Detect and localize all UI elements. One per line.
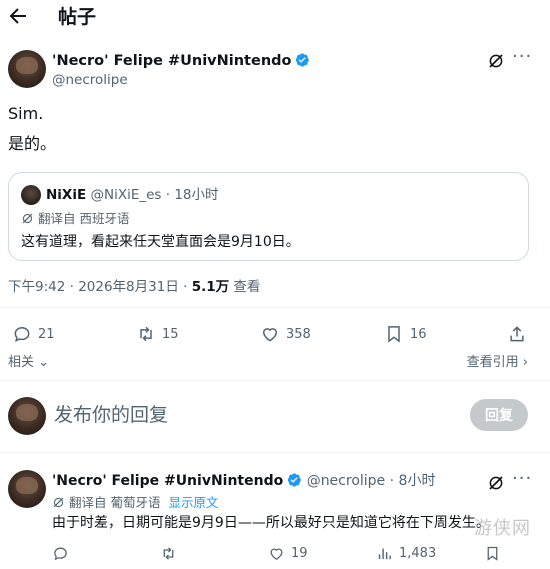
quoted-post-card[interactable]: NiXiE @NiXiE_es · 18小时 翻译自 西班牙语 这有道理，看起来… [8,172,529,261]
more-options-icon[interactable]: ··· [512,470,532,488]
share-action[interactable] [507,324,527,344]
reply-count: 21 [38,326,55,342]
view-quotes-link[interactable]: 查看引用 › [467,355,528,371]
post-action-bar: 21 15 358 16 [0,324,550,346]
chevron-down-icon: ⌄ [38,355,50,370]
post-text-line1: Sim. [8,104,44,123]
divider [0,380,550,381]
reply-author-handle[interactable]: @necrolipe [307,473,385,489]
like-count: 19 [291,546,308,561]
analytics-icon [378,548,391,560]
reply-icon [54,547,67,561]
like-action[interactable]: 19 [268,545,308,562]
reply-post-text: 由于时差，日期可能是9月9日——所以最好只是知道它将在下周发生。 [52,515,490,531]
like-count: 358 [286,326,311,342]
author-handle[interactable]: @necrolipe [52,71,128,89]
bookmark-icon [388,326,400,343]
translate-icon [22,213,33,224]
author-avatar[interactable] [8,50,46,88]
views-action[interactable]: 1,483 [376,545,436,562]
reply-action[interactable] [52,545,75,562]
quoted-post-text: 这有道理，看起来任天堂直面会是9月10日。 [21,234,300,250]
watermark-logo: 游侠网 [474,518,531,539]
divider [0,307,550,308]
separator-dot: · [385,473,399,489]
reply-action-bar: 19 1,483 [0,545,550,565]
reply-submit-button[interactable]: 回复 [470,399,528,431]
quoted-author-name: NiXiE [46,187,87,203]
bookmark-action[interactable]: 16 [384,324,427,344]
reply-action[interactable]: 21 [12,324,55,344]
grok-icon[interactable] [487,474,505,496]
verified-badge-icon [296,53,310,67]
show-original-link[interactable]: 显示原文 [168,495,218,510]
heart-icon [262,328,278,342]
related-label: 相关 [8,355,35,370]
divider [0,452,550,453]
quoted-author-avatar [21,185,41,205]
separator-dot: · [161,187,175,203]
author-name-text[interactable]: 'Necro' Felipe #UnivNintendo [52,53,291,69]
like-action[interactable]: 358 [260,324,311,344]
views-count: 5.1万 [191,279,230,295]
quoted-post-header: NiXiE @NiXiE_es · 18小时 [46,186,219,204]
repost-action[interactable]: 15 [136,324,179,344]
views-count: 1,483 [399,546,437,561]
repost-icon [163,547,174,560]
views-label: 查看 [229,279,261,295]
grok-icon[interactable] [487,52,505,74]
quoted-translation-note: 翻译自 西班牙语 [21,211,129,227]
verified-badge-icon [288,473,302,487]
repost-action[interactable] [160,545,183,562]
post-timestamp: 下午9:42 · 2026年8月31日 · 5.1万 查看 [8,278,260,296]
post-text-line2: 是的。 [8,134,57,153]
arrow-left-icon [9,8,26,24]
reply-translation-note: 翻译自 葡萄牙语 显示原文 [52,495,218,511]
view-quotes-label: 查看引用 [466,355,519,370]
reply-author-name[interactable]: 'Necro' Felipe #UnivNintendo [52,473,283,489]
reply-author-avatar[interactable] [8,470,46,508]
repost-count: 15 [162,326,179,342]
reply-post-time[interactable]: 8小时 [399,473,436,489]
my-avatar[interactable] [8,397,46,435]
more-options-icon[interactable]: ··· [512,48,532,66]
quoted-post-time: 18小时 [174,187,219,203]
quoted-author-handle: @NiXiE_es [90,187,162,203]
bookmark-count: 16 [410,326,427,342]
bookmark-icon [487,546,498,561]
reply-icon [14,326,30,343]
timestamp-text[interactable]: 下午9:42 · 2026年8月31日 · [8,279,192,295]
reply-input[interactable]: 发布你的回复 [54,403,168,427]
bookmark-action[interactable] [484,545,501,562]
chevron-right-icon: › [522,355,528,370]
back-button[interactable] [6,4,30,28]
reply-translated-label: 翻译自 葡萄牙语 [68,495,161,510]
heart-icon [270,548,283,560]
related-dropdown[interactable]: 相关 ⌄ [8,355,49,371]
share-icon [510,326,524,342]
repost-icon [140,326,152,342]
reply-post-header: 'Necro' Felipe #UnivNintendo @necrolipe … [52,472,435,490]
quoted-translated-label: 翻译自 西班牙语 [37,211,130,226]
author-name[interactable]: 'Necro' Felipe #UnivNintendo [52,52,310,70]
top-bar: 帖子 [0,0,550,36]
translate-icon [53,497,64,508]
page-title: 帖子 [58,6,97,28]
